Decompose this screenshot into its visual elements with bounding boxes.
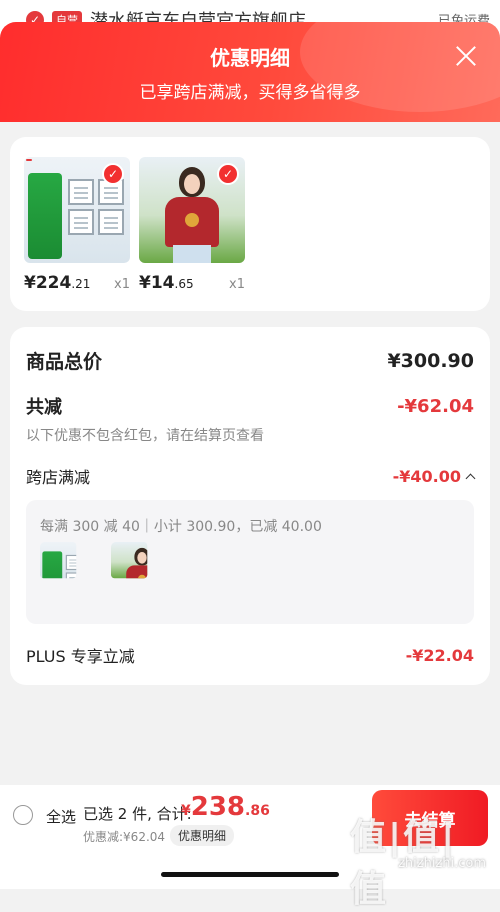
selected-check-icon[interactable]: ✓ — [102, 163, 124, 185]
product-image[interactable]: ✓ — [24, 157, 130, 263]
plus-discount-value: -¥22.04 — [405, 645, 474, 665]
model-face — [184, 174, 200, 194]
cross-store-discount-row[interactable]: 跨店满减 -¥40.00 — [26, 464, 476, 488]
product-image-panel — [42, 551, 63, 579]
product-price: ¥224.21 — [24, 273, 91, 293]
product-price: ¥14.65 — [139, 273, 194, 293]
checkout-total-price: ¥238.86 — [181, 792, 270, 822]
product-image-panel — [28, 173, 62, 259]
model-shorts — [173, 245, 211, 263]
checkout-button[interactable]: 去结算 — [372, 790, 488, 846]
sheet-subtitle: 已享跨店满减，买得多省得多 — [139, 83, 361, 103]
cross-store-value: -¥40.00 — [393, 467, 476, 486]
product-image-unit — [98, 209, 124, 235]
tshirt-print — [137, 574, 147, 579]
model-face — [137, 551, 147, 564]
product-item[interactable]: ✓ ¥224.21 x1 — [24, 157, 130, 293]
product-price-row: ¥224.21 x1 — [24, 273, 130, 293]
product-image-unit — [68, 209, 94, 235]
product-qty: x1 — [114, 277, 130, 292]
tshirt-print — [185, 213, 199, 227]
total-price-label: 商品总价 — [26, 351, 103, 373]
total-reduce-value: -¥62.04 — [397, 395, 474, 417]
promo-detail-sheet: 优惠明细 已享跨店满减，买得多省得多 ✓ ¥224.21 x1 ✓ ¥14.65… — [0, 22, 500, 889]
total-reduce-label: 共减 — [26, 397, 62, 418]
product-price-row: ¥14.65 x1 — [139, 273, 245, 293]
product-image — [40, 542, 77, 579]
select-all-radio[interactable] — [13, 805, 33, 825]
home-indicator[interactable] — [161, 872, 339, 877]
product-image-unit — [65, 572, 77, 579]
cross-store-label: 跨店满减 — [26, 468, 91, 487]
chevron-up-icon[interactable] — [465, 473, 476, 483]
plus-discount-row: PLUS 专享立减 -¥22.04 — [26, 643, 474, 667]
product-item[interactable]: ✓ ¥14.65 x1 — [139, 157, 245, 293]
promo-detail-link[interactable]: 优惠明细 — [170, 825, 235, 846]
select-all-label[interactable]: 全选 — [46, 806, 76, 827]
discount-rule-text: 每满 300 减 40｜小计 300.90，已减 40.00 — [40, 519, 322, 535]
product-image-badge — [26, 159, 32, 161]
sheet-header: 优惠明细 已享跨店满减，买得多省得多 — [0, 22, 500, 122]
product-image — [111, 542, 148, 579]
product-qty: x1 — [229, 277, 245, 292]
cross-store-detail: 每满 300 减 40｜小计 300.90，已减 40.00 — [26, 500, 474, 624]
selected-check-icon[interactable]: ✓ — [217, 163, 239, 185]
total-reduce-row: 共减 -¥62.04 — [26, 393, 474, 419]
product-image[interactable]: ✓ — [139, 157, 245, 263]
total-price-row: 商品总价 ¥300.90 — [26, 347, 474, 374]
discount-product-thumb — [40, 542, 102, 604]
redpacket-note: 以下优惠不包含红包，请在结算页查看 — [26, 428, 264, 444]
price-summary-card: 商品总价 ¥300.90 共减 -¥62.04 以下优惠不包含红包，请在结算页查… — [10, 327, 490, 685]
sheet-title: 优惠明细 — [210, 46, 290, 70]
selected-products-card: ✓ ¥224.21 x1 ✓ ¥14.65 x1 — [10, 137, 490, 311]
selected-count-text: 已选 2 件, 合计: — [83, 805, 192, 823]
saved-amount: 优惠减:¥62.04 — [83, 830, 166, 844]
total-price-value: ¥300.90 — [387, 349, 474, 372]
product-image-unit — [68, 179, 94, 205]
plus-discount-label: PLUS 专享立减 — [26, 647, 135, 666]
product-image-unit — [65, 554, 77, 571]
discount-product-thumb — [111, 542, 173, 604]
close-icon[interactable] — [452, 42, 480, 70]
